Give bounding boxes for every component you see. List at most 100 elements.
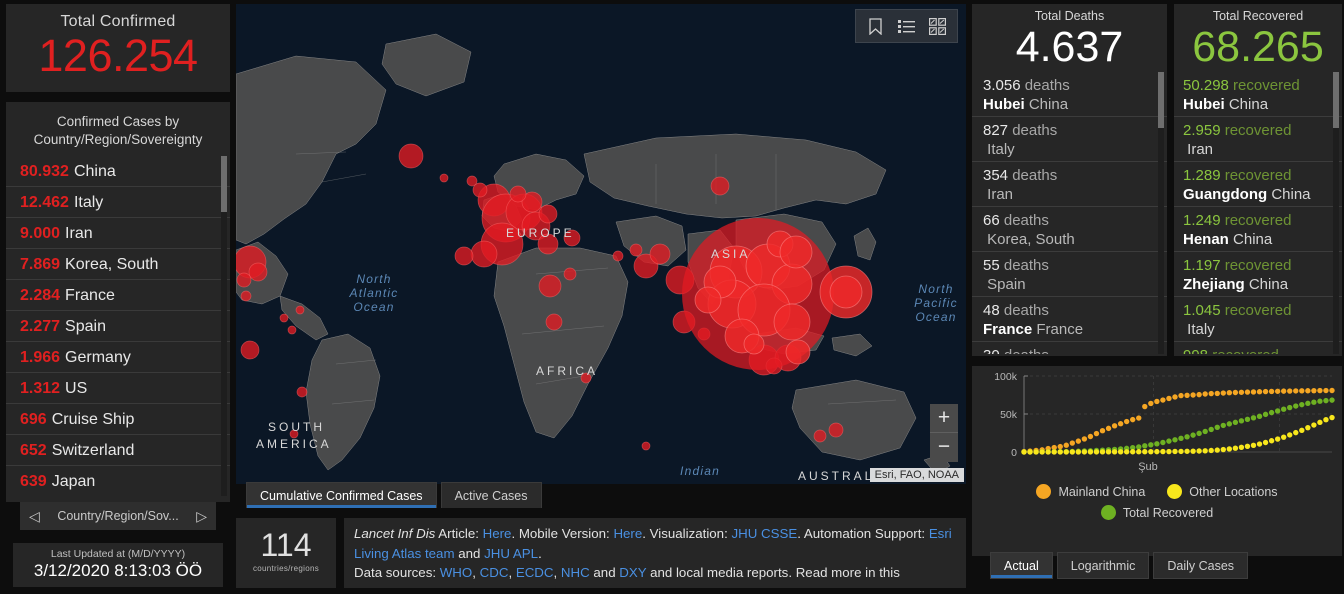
deaths-list-row[interactable]: 3.056 deaths Hubei China bbox=[972, 72, 1167, 117]
recovered-list[interactable]: 50.298 recovered Hubei China 2.959 recover… bbox=[1174, 72, 1342, 354]
link-dxy[interactable]: DXY bbox=[619, 565, 646, 580]
map-toolbar[interactable] bbox=[855, 9, 958, 43]
pager-next-icon[interactable]: ▷ bbox=[196, 508, 207, 525]
chart-point-total-recovered bbox=[1262, 411, 1269, 418]
recovered-list-row[interactable]: 50.298 recovered Hubei China bbox=[1174, 72, 1342, 117]
deaths-row-count: 354 bbox=[983, 167, 1009, 184]
chart-point-other-locations bbox=[1166, 448, 1172, 455]
confirmed-list-scrollbar[interactable] bbox=[221, 156, 227, 496]
recovered-row-count: 998 bbox=[1183, 347, 1208, 354]
chart-point-other-locations bbox=[1184, 448, 1190, 454]
link-here-1[interactable]: Here bbox=[483, 526, 512, 541]
chart-point-mainland-china bbox=[1160, 397, 1166, 403]
link-nhc[interactable]: NHC bbox=[561, 565, 590, 580]
scrollbar-thumb[interactable] bbox=[221, 156, 227, 212]
link-ecdc[interactable]: ECDC bbox=[516, 565, 554, 580]
confirmed-list-row[interactable]: 80.932 China bbox=[6, 156, 230, 187]
chart-point-other-locations bbox=[1057, 449, 1063, 455]
chart-point-total-recovered bbox=[1299, 401, 1305, 408]
basemap-grid-icon[interactable] bbox=[922, 11, 953, 41]
pager-prev-icon[interactable]: ◁ bbox=[29, 508, 40, 525]
link-jhu-apl[interactable]: JHU APL bbox=[484, 546, 538, 561]
confirmed-row-count: 2.277 bbox=[20, 318, 61, 335]
chart-point-total-recovered bbox=[1311, 399, 1317, 405]
recovered-list-row[interactable]: 1.045 recovered Italy bbox=[1174, 297, 1342, 342]
chart-point-mainland-china bbox=[1057, 443, 1063, 450]
chart-point-other-locations bbox=[1117, 449, 1124, 455]
deaths-list-row[interactable]: 827 deaths Italy bbox=[972, 117, 1167, 162]
chart-point-total-recovered bbox=[1256, 413, 1263, 419]
legend-item[interactable]: Total Recovered bbox=[1100, 505, 1213, 520]
confirmed-list-row[interactable]: 696 Cruise Ship bbox=[6, 404, 230, 435]
chart-point-total-recovered bbox=[1274, 408, 1281, 414]
deaths-list-row[interactable]: 66 deaths Korea, South bbox=[972, 207, 1167, 252]
link-here-2[interactable]: Here bbox=[613, 526, 642, 541]
map-tab-cumulative-confirmed-cases[interactable]: Cumulative Confirmed Cases bbox=[246, 482, 437, 508]
recovered-row-location: Guangdong China bbox=[1183, 185, 1342, 205]
deaths-list-scrollbar[interactable] bbox=[1158, 72, 1164, 354]
map-zoom-controls[interactable]: + − bbox=[930, 404, 958, 462]
deaths-list-row[interactable]: 354 deaths Iran bbox=[972, 162, 1167, 207]
confirmed-cases-list[interactable]: 80.932 China 12.462 Italy 9.000 Iran 7.869 Kore… bbox=[6, 156, 230, 496]
deaths-row-province: France bbox=[983, 321, 1033, 338]
link-cdc[interactable]: CDC bbox=[480, 565, 509, 580]
chart-tab-daily-cases[interactable]: Daily Cases bbox=[1153, 552, 1249, 579]
confirmed-list-pager[interactable]: ◁ Country/Region/Sov... ▷ bbox=[20, 502, 216, 530]
confirmed-list-row[interactable]: 7.869 Korea, South bbox=[6, 249, 230, 280]
credits-text-7: Data sources: bbox=[354, 565, 440, 580]
deaths-row-count: 3.056 bbox=[983, 77, 1021, 94]
confirmed-list-row[interactable]: 12.462 Italy bbox=[6, 187, 230, 218]
link-who[interactable]: WHO bbox=[440, 565, 473, 580]
last-updated-label: Last Updated at (M/D/YYYY) bbox=[50, 548, 186, 560]
chart-point-other-locations bbox=[1033, 449, 1039, 455]
chart-point-total-recovered bbox=[1142, 443, 1148, 449]
recovered-list-row[interactable]: 1.249 recovered Henan China bbox=[1174, 207, 1342, 252]
confirmed-list-row[interactable]: 1.312 US bbox=[6, 373, 230, 404]
deaths-row-unit: deaths bbox=[999, 257, 1049, 274]
recovered-list-row[interactable]: 1.289 recovered Guangdong China bbox=[1174, 162, 1342, 207]
confirmed-list-row[interactable]: 639 Japan bbox=[6, 466, 230, 496]
deaths-list-row[interactable]: 30 deaths bbox=[972, 342, 1167, 354]
recovered-list-row[interactable]: 2.959 recovered Iran bbox=[1174, 117, 1342, 162]
bookmark-icon[interactable] bbox=[860, 11, 891, 41]
confirmed-list-row[interactable]: 9.000 Iran bbox=[6, 218, 230, 249]
chart-point-other-locations bbox=[1021, 449, 1027, 455]
deaths-row-unit: deaths bbox=[999, 212, 1049, 229]
deaths-list-row[interactable]: 48 deaths France France bbox=[972, 297, 1167, 342]
legend-item[interactable]: Other Locations bbox=[1167, 484, 1278, 499]
map-tab-active-cases[interactable]: Active Cases bbox=[440, 482, 542, 508]
legend-item[interactable]: Mainland China bbox=[1036, 484, 1145, 499]
zoom-in-button[interactable]: + bbox=[930, 404, 958, 433]
confirmed-list-row[interactable]: 2.277 Spain bbox=[6, 311, 230, 342]
recovered-list-row[interactable]: 1.197 recovered Zhejiang China bbox=[1174, 252, 1342, 297]
credits-text-4: . Automation Support: bbox=[797, 526, 929, 541]
total-deaths-label: Total Deaths bbox=[1034, 9, 1105, 23]
chart-tab-bar[interactable]: Actual Logarithmic Daily Cases bbox=[990, 552, 1249, 579]
chart-point-other-locations bbox=[1190, 448, 1196, 454]
recovered-list-row[interactable]: 998 recovered bbox=[1174, 342, 1342, 354]
chart-point-mainland-china bbox=[1280, 388, 1287, 394]
recovered-row-region: Iran bbox=[1187, 141, 1214, 158]
scrollbar-thumb[interactable] bbox=[1158, 72, 1164, 128]
chart-point-mainland-china bbox=[1329, 387, 1335, 394]
confirmed-list-row[interactable]: 2.284 France bbox=[6, 280, 230, 311]
map-tab-bar[interactable]: Cumulative Confirmed Cases Active Cases bbox=[246, 482, 542, 508]
chart-tab-logarithmic[interactable]: Logarithmic bbox=[1056, 552, 1150, 579]
recovered-list-scrollbar[interactable] bbox=[1333, 72, 1339, 354]
confirmed-list-row[interactable]: 652 Switzerland bbox=[6, 435, 230, 466]
deaths-list-row[interactable]: 55 deaths Spain bbox=[972, 252, 1167, 297]
zoom-out-button[interactable]: − bbox=[930, 433, 958, 462]
deaths-list[interactable]: 3.056 deaths Hubei China 827 deaths Italy 3… bbox=[972, 72, 1167, 354]
chart-point-other-locations bbox=[1214, 447, 1220, 453]
confirmed-list-row[interactable]: 1.966 Germany bbox=[6, 342, 230, 373]
map-canvas[interactable] bbox=[236, 4, 966, 484]
link-jhu-csse[interactable]: JHU CSSE bbox=[731, 526, 797, 541]
world-map[interactable]: North Atlantic Ocean North Pacific Ocean India… bbox=[236, 4, 966, 484]
chart-tab-actual[interactable]: Actual bbox=[990, 552, 1053, 579]
legend-list-icon[interactable] bbox=[891, 11, 922, 41]
chart-point-other-locations bbox=[1105, 449, 1112, 455]
recovered-row-location: Iran bbox=[1183, 140, 1342, 160]
scrollbar-thumb[interactable] bbox=[1333, 72, 1339, 128]
lancet-article-title: Lancet Inf Dis bbox=[354, 526, 436, 541]
chart-point-mainland-china bbox=[1238, 389, 1245, 395]
